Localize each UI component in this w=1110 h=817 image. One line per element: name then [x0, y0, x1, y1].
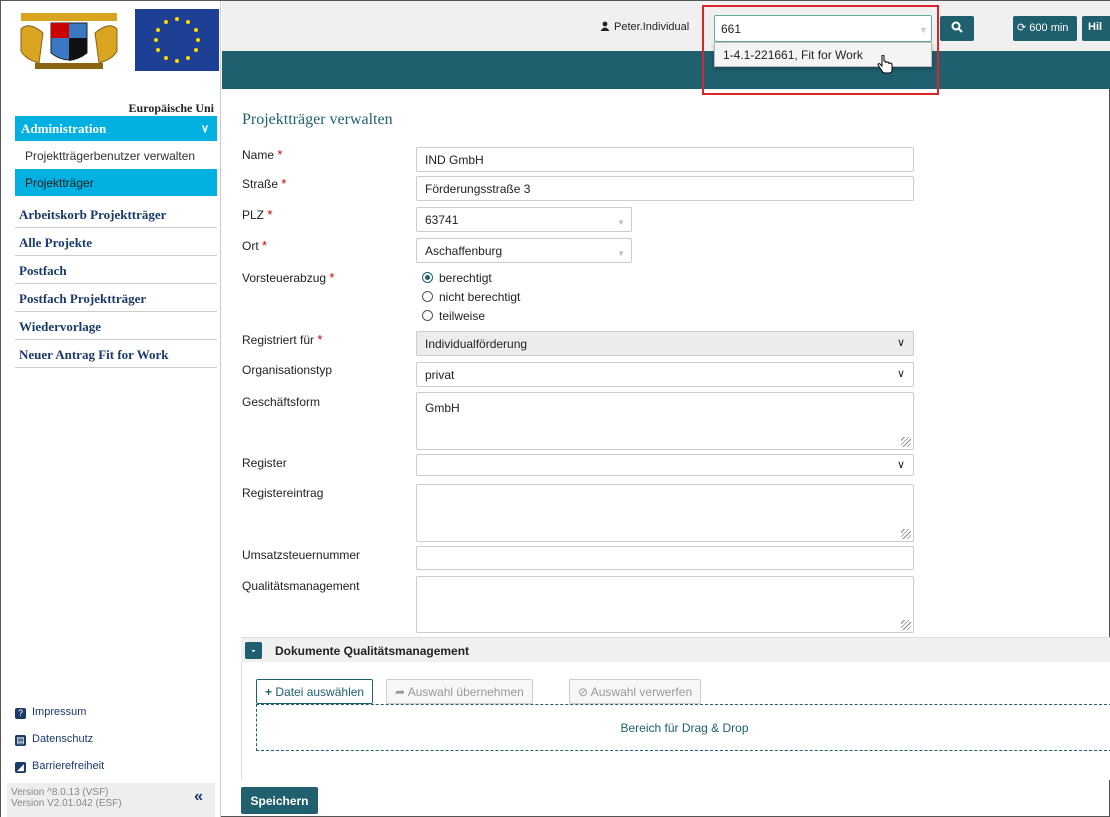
- docs-section-title: Dokumente Qualitätsmanagement: [275, 644, 470, 658]
- vat-option-nicht-berechtigt[interactable]: nicht berechtigt: [422, 290, 520, 304]
- orgtype-label: Organisationstyp: [242, 363, 333, 377]
- accessibility-icon: ◢: [15, 762, 26, 773]
- nav-item-projekttraeger[interactable]: Projektträger: [15, 169, 217, 196]
- plz-field[interactable]: 63741 ▼: [416, 207, 632, 232]
- ban-icon: ⊘: [578, 685, 589, 699]
- bavarian-coat-of-arms-logo: [11, 9, 127, 71]
- radio-selected-icon: [422, 272, 433, 283]
- register-entry-textarea[interactable]: [416, 484, 914, 542]
- chevron-down-icon: ▼: [617, 249, 625, 258]
- chevron-down-icon: ∨: [896, 337, 905, 349]
- version-info: Version ^8.0.13 (VSF) Version V2.01.042 …: [7, 783, 215, 817]
- nav-administration[interactable]: Administration ∨: [15, 116, 217, 141]
- page-title: Projektträger verwalten: [242, 111, 393, 128]
- chevron-down-icon: ∨: [896, 459, 905, 471]
- nav-item-postfach[interactable]: Postfach: [15, 257, 217, 284]
- collapse-sidebar-icon[interactable]: «: [194, 789, 203, 805]
- session-timer-button[interactable]: ⟳ 600 min: [1013, 16, 1077, 41]
- logo-area: [7, 5, 219, 83]
- resize-grip-icon[interactable]: [901, 620, 911, 630]
- main-content: Projektträger verwalten Name * IND GmbH …: [222, 89, 1110, 817]
- sidebar: Europäische Uni Administration ∨ Projekt…: [1, 1, 221, 817]
- session-timer-label: 600 min: [1029, 22, 1069, 34]
- register-entry-label: Registereintrag: [242, 486, 324, 500]
- barrierefreiheit-label: Barrierefreiheit: [32, 760, 105, 772]
- document-icon: ▤: [15, 735, 26, 746]
- orgtype-value: privat: [425, 368, 455, 382]
- eu-flag-logo: [135, 9, 219, 71]
- nav-item-wiedervorlage[interactable]: Wiedervorlage: [15, 313, 217, 340]
- nav-administration-label: Administration: [21, 121, 107, 136]
- city-value: Aschaffenburg: [425, 244, 503, 258]
- share-arrow-icon: ➦: [395, 685, 406, 699]
- collapse-toggle-button[interactable]: -: [245, 642, 262, 659]
- apply-selection-button[interactable]: ➦ Auswahl übernehmen: [386, 679, 533, 704]
- quality-label: Qualitätsmanagement: [242, 579, 360, 593]
- quality-textarea[interactable]: [416, 576, 914, 633]
- register-select[interactable]: ∨: [416, 454, 914, 476]
- resize-grip-icon[interactable]: [901, 437, 911, 447]
- chevron-down-icon: ∨: [896, 368, 905, 380]
- eu-label: Europäische Uni: [128, 101, 214, 115]
- radio-icon: [422, 310, 433, 321]
- register-label: Register: [242, 456, 287, 470]
- refresh-icon: ⟳: [1017, 22, 1027, 34]
- plz-label: PLZ *: [242, 207, 273, 222]
- radio-icon: [422, 291, 433, 302]
- nav-item-neuer-antrag[interactable]: Neuer Antrag Fit for Work: [15, 341, 217, 368]
- version-line-vsf: Version ^8.0.13 (VSF): [11, 787, 109, 798]
- impressum-label: Impressum: [32, 706, 87, 718]
- registered-select[interactable]: Individualförderung ∨: [416, 331, 914, 356]
- search-button[interactable]: [940, 16, 974, 41]
- discard-selection-button[interactable]: ⊘ Auswahl verwerfen: [569, 679, 702, 704]
- search-icon: [951, 21, 963, 33]
- bizform-label: Geschäftsform: [242, 395, 321, 409]
- tax-number-field[interactable]: [416, 546, 914, 570]
- tax-number-label: Umsatzsteuernummer: [242, 548, 361, 562]
- docs-section-header: - Dokumente Qualitätsmanagement: [241, 637, 1110, 662]
- datenschutz-label: Datenschutz: [32, 733, 94, 745]
- city-label: Ort *: [242, 238, 268, 253]
- impressum-link[interactable]: ? Impressum: [15, 706, 86, 719]
- nav-item-alle-projekte[interactable]: Alle Projekte: [15, 229, 217, 256]
- drag-drop-zone[interactable]: Bereich für Drag & Drop: [256, 704, 1110, 751]
- plz-value: 63741: [425, 213, 459, 227]
- chevron-down-icon: ▼: [617, 218, 625, 227]
- name-label: Name *: [242, 147, 283, 162]
- city-field[interactable]: Aschaffenburg ▼: [416, 238, 632, 263]
- question-icon: ?: [15, 708, 26, 719]
- header-strip: [222, 51, 1110, 89]
- datenschutz-link[interactable]: ▤ Datenschutz: [15, 733, 93, 746]
- registered-value: Individualförderung: [425, 337, 528, 351]
- user-menu[interactable]: Peter.Individual: [600, 21, 689, 33]
- nav-item-projekttraegerbenutzer[interactable]: Projektträgerbenutzer verwalten: [15, 142, 217, 169]
- nav-item-arbeitskorb[interactable]: Arbeitskorb Projektträger: [15, 201, 217, 228]
- street-label: Straße *: [242, 176, 287, 191]
- plus-icon: +: [265, 685, 273, 699]
- version-line-esf: Version V2.01.042 (ESF): [11, 798, 122, 809]
- hand-cursor-icon: [877, 55, 893, 74]
- docs-section-body: + Datei auswählen ➦ Auswahl übernehmen ⊘…: [241, 662, 1110, 780]
- user-icon: [600, 21, 610, 31]
- registered-label: Registriert für *: [242, 332, 323, 347]
- vat-label: Vorsteuerabzug *: [242, 270, 335, 285]
- vat-option-berechtigt[interactable]: berechtigt: [422, 271, 492, 285]
- highlight-annotation-box: [702, 5, 939, 95]
- choose-file-button[interactable]: + Datei auswählen: [256, 679, 374, 704]
- bizform-textarea[interactable]: GmbH: [416, 392, 914, 450]
- name-field[interactable]: IND GmbH: [416, 147, 914, 172]
- vat-option-teilweise[interactable]: teilweise: [422, 309, 485, 323]
- street-field[interactable]: Förderungsstraße 3: [416, 176, 914, 201]
- save-button[interactable]: Speichern: [241, 787, 318, 814]
- barrierefreiheit-link[interactable]: ◢ Barrierefreiheit: [15, 760, 104, 773]
- help-button[interactable]: Hil: [1082, 16, 1110, 41]
- resize-grip-icon[interactable]: [901, 529, 911, 539]
- nav-item-postfach-projekttraeger[interactable]: Postfach Projektträger: [15, 285, 217, 312]
- bizform-value: GmbH: [425, 401, 460, 415]
- orgtype-select[interactable]: privat ∨: [416, 362, 914, 387]
- user-name: Peter.Individual: [614, 21, 690, 33]
- chevron-down-icon: ∨: [200, 123, 209, 135]
